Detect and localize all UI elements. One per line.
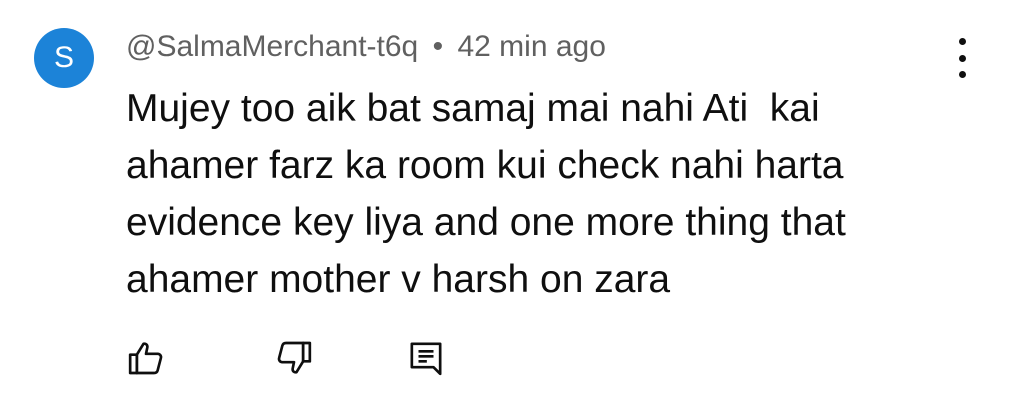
thumb-up-icon bbox=[128, 342, 163, 375]
comment-text-line: evidence key liya and one more thing tha… bbox=[126, 201, 846, 244]
username[interactable]: @SalmaMerchant-t6q bbox=[126, 30, 418, 63]
timestamp: 42 min ago bbox=[457, 30, 606, 63]
comment-text-line: ahamer mother v harsh on zara bbox=[126, 258, 671, 301]
avatar[interactable]: S bbox=[34, 28, 94, 88]
comment-text: Mujey too aik bat samaj mai nahi Ati kai… bbox=[126, 80, 966, 308]
menu-dot bbox=[958, 71, 966, 78]
comment-actions bbox=[120, 332, 460, 384]
comment-text-line: Mujey too aik bat samaj mai nahi Ati kai bbox=[126, 87, 820, 130]
reply-button[interactable] bbox=[400, 332, 452, 384]
comment-meta: @SalmaMerchant-t6q • 42 min ago bbox=[126, 30, 606, 64]
like-button[interactable] bbox=[120, 332, 172, 384]
comment: S @SalmaMerchant-t6q • 42 min ago Mujey … bbox=[0, 0, 1024, 411]
menu-dot bbox=[958, 54, 966, 62]
thumb-down-icon bbox=[277, 341, 312, 374]
avatar-letter: S bbox=[53, 41, 74, 74]
menu-dot bbox=[958, 38, 966, 45]
more-vertical-icon[interactable] bbox=[944, 38, 980, 78]
meta-separator: • bbox=[432, 30, 444, 63]
dislike-button[interactable] bbox=[268, 332, 320, 384]
comment-icon bbox=[410, 342, 442, 376]
comment-text-line: ahamer farz ka room kui check nahi harta bbox=[126, 144, 844, 187]
